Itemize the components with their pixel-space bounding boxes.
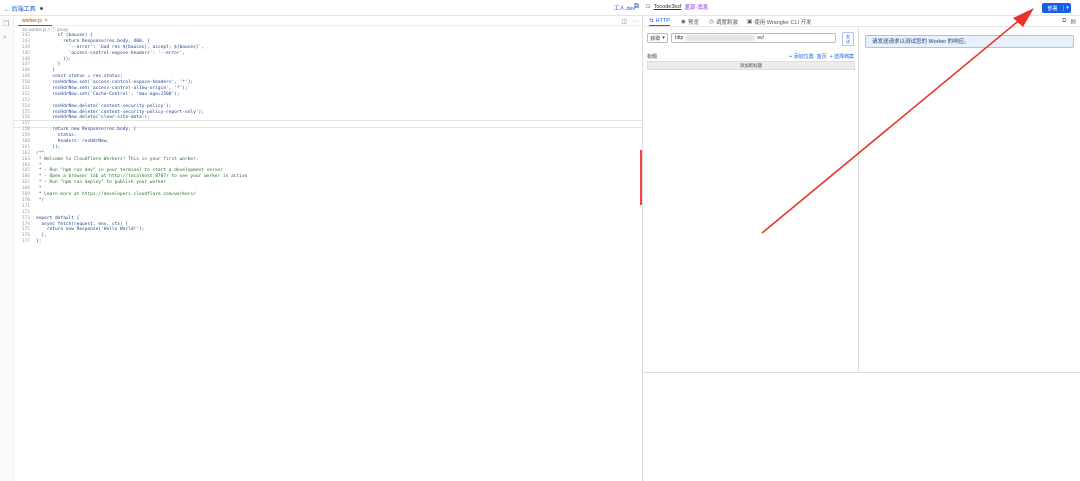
- layout-icon[interactable]: ▤: [1070, 18, 1076, 25]
- tab-preview[interactable]: ◉ 预览: [681, 18, 699, 26]
- breadcrumb: JS worker.js > ⓕ proxy: [22, 27, 69, 32]
- back-link[interactable]: ← 后端工具: [4, 4, 43, 13]
- tab-label: HTTP: [655, 18, 670, 24]
- http-icon: ⇆: [649, 18, 654, 24]
- add-location-link[interactable]: + 添加位置: [789, 53, 813, 60]
- deploy-label: 部署: [1047, 5, 1058, 12]
- chevron-down-icon: ▾: [662, 35, 665, 41]
- tab-wrangler[interactable]: ▣ 使用 Wrangler CLI 开发: [747, 18, 812, 26]
- status-dot-icon: [39, 7, 43, 10]
- add-header-button[interactable]: 添加新标题: [647, 61, 855, 70]
- response-panel: 请发送请求以测试您的 Worker 的响应。: [861, 27, 1080, 372]
- activity-bar: ❐ ⌕: [0, 16, 14, 481]
- preview-host[interactable]: Tocode3ksf: [654, 4, 682, 10]
- tab-worker-js[interactable]: worker.js ×: [18, 17, 52, 26]
- split-editor-icon[interactable]: ◫: [621, 18, 627, 25]
- code-editor: worker.js × ◫ ⋯ JS worker.js > ⓕ proxy 1…: [13, 16, 643, 481]
- headers-title: 标题: [647, 54, 658, 60]
- url-end: ev/: [757, 35, 765, 41]
- preview-tabs: ⇆ HTTP ◉ 预览 ◷ 调度刺激 ▣ 使用 Wrangler CLI 开发 …: [643, 16, 1080, 27]
- send-button[interactable]: 发 送: [842, 32, 854, 46]
- preview-url: ⊡ Tocode3ksf 盖郭·消息: [646, 3, 708, 11]
- method-label: 获取: [650, 35, 661, 42]
- preview-pane: ⇆ HTTP ◉ 预览 ◷ 调度刺激 ▣ 使用 Wrangler CLI 开发 …: [642, 16, 1080, 481]
- tab-label: 预览: [687, 20, 699, 26]
- top-bar: ← 后端工具 工人.dev ⧉ ⊡ Tocode3ksf 盖郭·消息 部署 ▾: [0, 0, 1080, 16]
- app-window: ← 后端工具 工人.dev ⧉ ⊡ Tocode3ksf 盖郭·消息 部署 ▾ …: [0, 0, 1080, 481]
- redacted-url: [685, 34, 756, 41]
- editor-actions: ◫ ⋯: [621, 18, 638, 25]
- line-text: };: [36, 239, 42, 245]
- preview-tag: 盖郭·消息: [684, 5, 709, 11]
- lock-icon: ⊡: [646, 4, 651, 10]
- files-icon[interactable]: ❐: [3, 20, 9, 28]
- code-area[interactable]: 142 if (bauces) {143 return Response(res…: [13, 33, 643, 245]
- deploy-button[interactable]: 部署 ▾: [1042, 3, 1071, 13]
- url-start: http: [675, 35, 684, 41]
- code-line[interactable]: 177};: [14, 239, 642, 245]
- preview-actions: ⧉ ▤: [1062, 18, 1076, 25]
- tab-schedule[interactable]: ◷ 调度刺激: [709, 18, 738, 26]
- choose-file-link[interactable]: + 选择档案: [830, 53, 854, 60]
- home-link[interactable]: 首页: [817, 53, 827, 60]
- method-select[interactable]: 获取 ▾: [647, 33, 668, 43]
- chevron-down-icon[interactable]: ▾: [1063, 5, 1071, 11]
- terminal-icon: ▣: [747, 19, 753, 25]
- info-message: 请发送请求以测试您的 Worker 的响应。: [865, 35, 1074, 48]
- domain-link[interactable]: 工人.dev: [614, 4, 635, 12]
- tab-http[interactable]: ⇆ HTTP: [649, 18, 670, 26]
- tab-label: 调度刺激: [715, 20, 738, 26]
- more-icon[interactable]: ⋯: [632, 18, 638, 25]
- external-link-icon[interactable]: ⧉: [634, 3, 639, 11]
- url-input[interactable]: http ev/: [671, 33, 836, 43]
- tab-label: 使用 Wrangler CLI 开发: [754, 20, 812, 26]
- search-icon[interactable]: ⌕: [3, 34, 7, 42]
- editor-tabs: worker.js × ◫ ⋯: [14, 16, 642, 26]
- tab-label: worker.js: [22, 18, 42, 24]
- line-number: 177: [21, 239, 30, 245]
- clock-icon: ◷: [709, 19, 714, 25]
- send-label-2: 送: [846, 39, 850, 44]
- open-window-icon[interactable]: ⧉: [1062, 18, 1066, 25]
- eye-icon: ◉: [681, 19, 686, 25]
- request-panel: 获取 ▾ http ev/ 发 送 标题 + 添加位置 首页 + 选择档案 添加新…: [643, 27, 859, 372]
- back-label: ← 后端工具: [4, 7, 36, 13]
- close-icon[interactable]: ×: [45, 18, 48, 24]
- headers-links: + 添加位置 首页 + 选择档案: [789, 53, 854, 60]
- panel-divider[interactable]: [643, 372, 1080, 373]
